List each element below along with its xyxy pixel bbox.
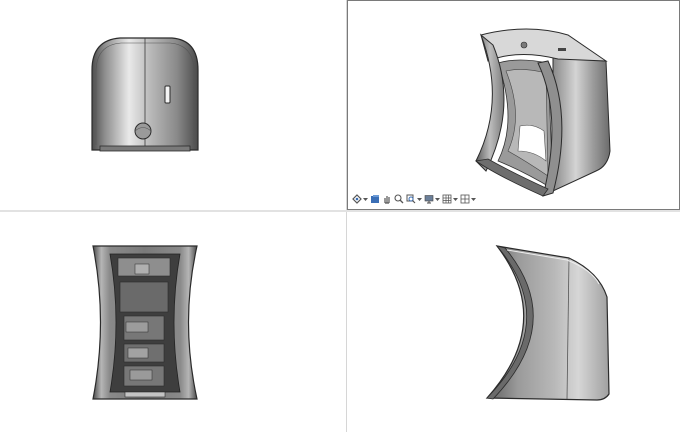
display-dropdown-icon[interactable] xyxy=(435,193,440,206)
side-view-model xyxy=(485,245,610,401)
view-toolbar xyxy=(351,191,476,207)
zoom-to-area-icon[interactable] xyxy=(393,193,404,206)
grid-viewports-icon[interactable] xyxy=(459,193,470,206)
grid-dropdown-icon[interactable] xyxy=(471,193,476,206)
viewport-side[interactable] xyxy=(347,212,680,432)
view-orientation-dropdown-icon[interactable] xyxy=(363,193,368,206)
viewport-isometric[interactable] xyxy=(347,0,680,210)
isometric-view-model xyxy=(474,28,611,197)
section-view-icon[interactable] xyxy=(441,193,452,206)
viewport-bottom[interactable] xyxy=(0,212,346,432)
display-monitor-icon[interactable] xyxy=(423,193,434,206)
zoom-to-fit-icon[interactable] xyxy=(405,193,416,206)
viewport-divider-vertical[interactable] xyxy=(346,0,347,432)
front-view-model xyxy=(91,37,199,152)
pan-icon[interactable] xyxy=(381,193,392,206)
section-dropdown-icon[interactable] xyxy=(453,193,458,206)
viewport-divider-horizontal[interactable] xyxy=(0,210,680,212)
viewport-front[interactable] xyxy=(0,0,346,210)
display-style-icon[interactable] xyxy=(369,193,380,206)
view-orientation-icon[interactable] xyxy=(351,193,362,206)
zoom-dropdown-icon[interactable] xyxy=(417,193,422,206)
bottom-view-model xyxy=(92,245,198,400)
